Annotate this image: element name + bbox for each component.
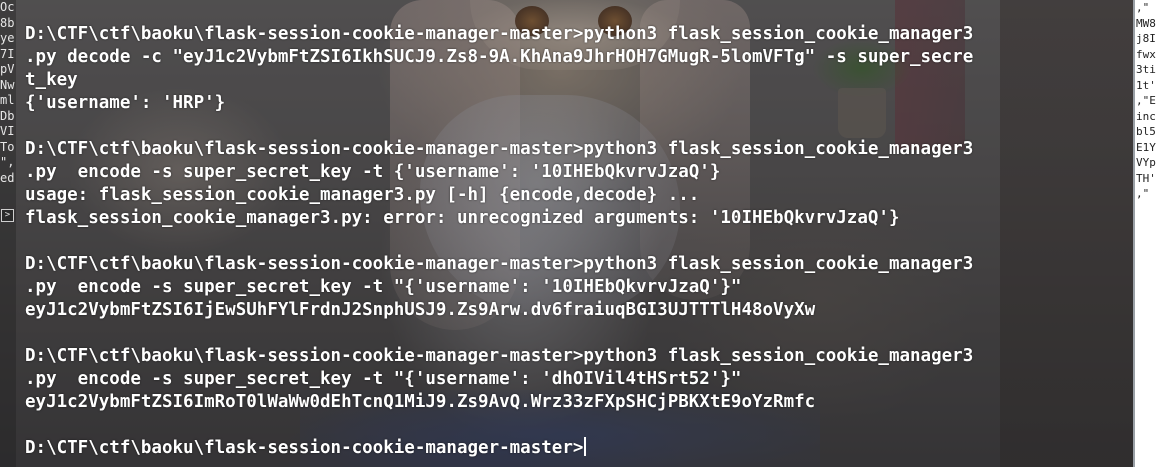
terminal-line: eyJ1c2VybmFtZSI6ImRoT0lWaWw0dEhTcnQ1MiJ9… (25, 392, 816, 412)
right-pane-line: bl5 (1136, 125, 1156, 138)
right-pane-line: fwx (1136, 47, 1156, 61)
right-pane-line: ," (1136, 187, 1150, 200)
left-pane-line: 7I (0, 46, 15, 61)
terminal-output[interactable]: D:\CTF\ctf\baoku\flask-session-cookie-ma… (25, 0, 1130, 467)
terminal-line: flask_session_cookie_manager3.py: error:… (25, 208, 900, 228)
right-pane-line: 3ti (1136, 63, 1156, 76)
terminal-line: D:\CTF\ctf\baoku\flask-session-cookie-ma… (25, 254, 974, 274)
terminal-prompt: D:\CTF\ctf\baoku\flask-session-cookie-ma… (25, 438, 584, 458)
right-pane-line: 1t' (1136, 78, 1156, 92)
terminal-line: D:\CTF\ctf\baoku\flask-session-cookie-ma… (25, 346, 974, 366)
left-pane-line: Nw (0, 77, 15, 92)
terminal-line: .py encode -s super_secret_key -t "{'use… (25, 369, 742, 389)
terminal-line: usage: flask_session_cookie_manager3.py … (25, 185, 700, 205)
desktop-screen: Oc 8b ye 7I pV Nw ml Db VI To ", ed > D:… (0, 0, 1158, 467)
terminal-line: D:\CTF\ctf\baoku\flask-session-cookie-ma… (25, 139, 974, 159)
terminal-tab-icon[interactable]: > (1, 209, 14, 222)
right-pane-line: ,"E (1136, 94, 1156, 107)
terminal-line: .py encode -s super_secret_key -t {'user… (25, 162, 721, 182)
terminal-prompt-line[interactable]: D:\CTF\ctf\baoku\flask-session-cookie-ma… (25, 437, 1130, 460)
terminal-line: eyJ1c2VybmFtZSI6IjEwSUhFYlFrdnJ2SnphUSJ9… (25, 300, 816, 320)
text-cursor (584, 437, 587, 456)
terminal-line: D:\CTF\ctf\baoku\flask-session-cookie-ma… (25, 24, 974, 44)
right-pane-background (1133, 200, 1158, 467)
left-pane-line: Db (0, 108, 15, 123)
terminal-line: {'username': 'HRP'} (25, 93, 226, 113)
left-pane-line: To (0, 139, 15, 154)
terminal-line: t_key (25, 70, 78, 90)
left-pane-line: ", (0, 155, 15, 169)
terminal-line: .py encode -s super_secret_key -t "{'use… (25, 277, 742, 297)
right-pane-clipped[interactable]: ," MW8 j8I fwx 3ti 1t' ,"E inc bl5 E1Y V… (1133, 0, 1158, 200)
left-pane-line: VI (0, 124, 15, 138)
right-pane-line: MW8 (1136, 16, 1156, 30)
right-pane-line: VYp (1136, 156, 1156, 169)
right-pane-line: TH' (1136, 171, 1156, 185)
pane-divider[interactable] (1133, 0, 1135, 467)
terminal-line: .py decode -c "eyJ1c2VybmFtZSI6IkhSUCJ9.… (25, 47, 974, 67)
left-pane-line: ml (0, 93, 15, 107)
right-pane-line: E1Y (1136, 140, 1156, 154)
left-pane-line: 8b (0, 15, 15, 30)
left-pane-line: ed (0, 170, 15, 185)
right-pane-line: inc (1136, 109, 1156, 123)
left-pane-line: ye (0, 31, 15, 45)
left-pane-line: Oc (0, 0, 15, 14)
left-pane-line: pV (0, 62, 15, 76)
right-pane-line: ," (1136, 1, 1150, 14)
left-pane-clipped[interactable]: Oc 8b ye 7I pV Nw ml Db VI To ", ed > (0, 0, 16, 467)
right-pane-line: j8I (1136, 32, 1156, 45)
